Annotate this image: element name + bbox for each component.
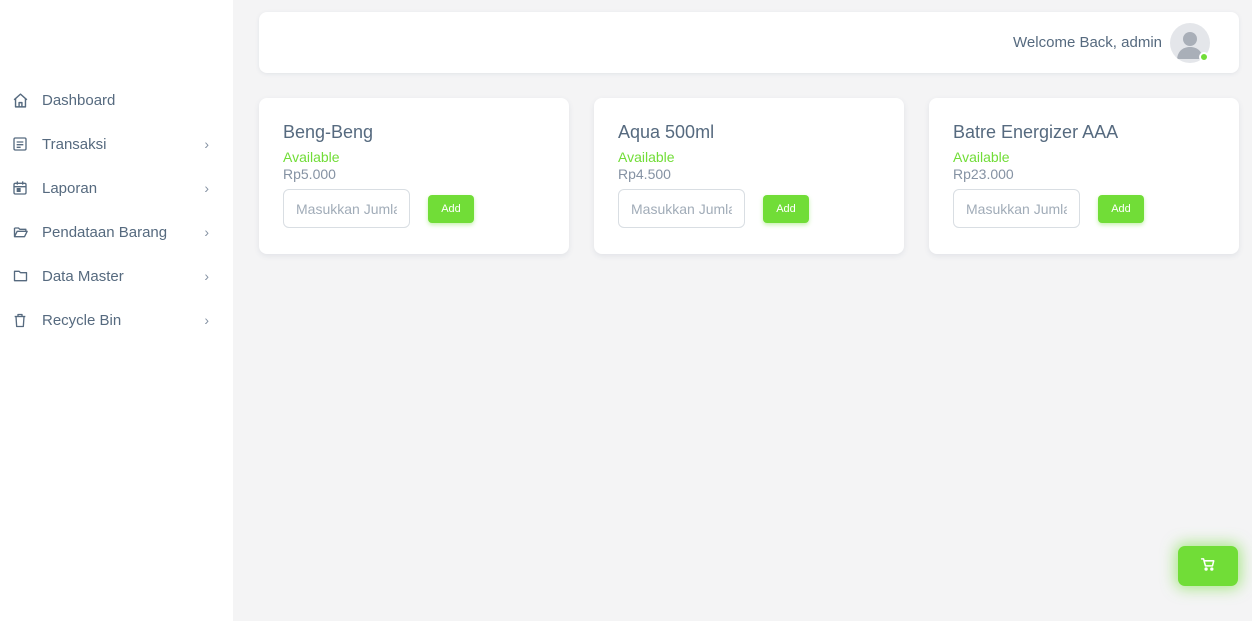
product-card: Batre Energizer AAA Available Rp23.000 A… [929,98,1239,254]
trash-icon [11,311,29,329]
sidebar-item-label: Pendataan Barang [42,223,168,241]
sidebar-item-label: Laporan [42,179,98,197]
sidebar-item-pendataan-barang[interactable]: Pendataan Barang › [0,210,233,254]
product-name: Aqua 500ml [618,122,715,142]
cart-icon [1200,557,1216,576]
sidebar-item-label: Transaksi [42,135,107,153]
add-button[interactable]: Add [1098,194,1144,223]
product-price: Rp23.000 [953,166,1014,182]
quantity-input[interactable] [953,189,1080,228]
add-button[interactable]: Add [763,194,809,223]
chevron-right-icon: › [204,180,209,196]
product-grid: Beng-Beng Available Rp5.000 Add Aqua 500… [259,98,1239,254]
chevron-right-icon: › [204,224,209,240]
sidebar-item-recycle-bin[interactable]: Recycle Bin › [0,298,233,342]
product-price: Rp4.500 [618,166,671,182]
user-avatar[interactable] [1170,22,1210,63]
sidebar-menu: Dashboard Transaksi › Laporan › Pendataa… [0,78,233,342]
chevron-right-icon: › [204,312,209,328]
sidebar: Dashboard Transaksi › Laporan › Pendataa… [0,0,233,621]
home-icon [11,91,29,109]
cart-button[interactable] [1178,546,1238,586]
top-navbar: Welcome Back, admin [259,12,1239,73]
sidebar-item-label: Dashboard [42,91,116,109]
online-status-badge [1199,51,1209,62]
add-button[interactable]: Add [428,194,474,223]
product-card: Aqua 500ml Available Rp4.500 Add [594,98,904,254]
product-name: Beng-Beng [283,122,374,142]
product-status: Available [618,149,675,165]
chevron-right-icon: › [204,136,209,152]
sidebar-item-transaksi[interactable]: Transaksi › [0,122,233,166]
sidebar-item-data-master[interactable]: Data Master › [0,254,233,298]
sidebar-item-label: Recycle Bin [42,311,122,329]
receipt-icon [11,135,29,153]
order-row: Add [953,189,1215,228]
product-name: Batre Energizer AAA [953,122,1119,142]
order-row: Add [283,189,545,228]
product-price: Rp5.000 [283,166,336,182]
product-card: Beng-Beng Available Rp5.000 Add [259,98,569,254]
folder-icon [11,267,29,285]
quantity-input[interactable] [618,189,745,228]
quantity-input[interactable] [283,189,410,228]
sidebar-item-label: Data Master [42,267,124,285]
sidebar-item-laporan[interactable]: Laporan › [0,166,233,210]
chevron-right-icon: › [204,268,209,284]
calendar-icon [11,179,29,197]
main-content: Welcome Back, admin Beng-Beng Available … [233,0,1252,621]
sidebar-item-dashboard[interactable]: Dashboard [0,78,233,122]
product-status: Available [953,149,1010,165]
product-status: Available [283,149,340,165]
folder-open-icon [11,223,29,241]
welcome-message: Welcome Back, admin [1013,34,1162,51]
order-row: Add [618,189,880,228]
